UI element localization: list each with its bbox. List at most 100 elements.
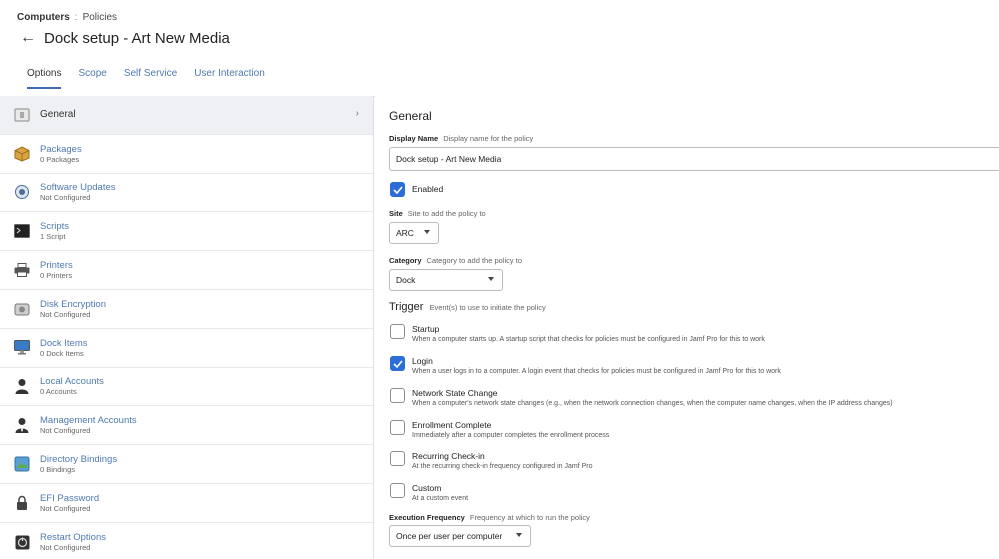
breadcrumb-computers[interactable]: Computers bbox=[17, 12, 70, 23]
display-name-label: Display Name Display name for the policy bbox=[389, 134, 533, 143]
trigger-recurring-row: Recurring Check-in At the recurring check… bbox=[390, 451, 593, 472]
trigger-enrollment-row: Enrollment Complete Immediately after a c… bbox=[390, 420, 609, 441]
trigger-custom-label: Custom bbox=[412, 483, 442, 493]
package-icon bbox=[13, 145, 31, 163]
trigger-recurring-label: Recurring Check-in bbox=[412, 451, 485, 461]
execution-frequency-select[interactable]: Once per user per computer bbox=[389, 525, 531, 547]
terminal-icon bbox=[13, 222, 31, 240]
trigger-enrollment-checkbox[interactable] bbox=[390, 420, 405, 435]
caret-down-icon bbox=[516, 533, 522, 537]
sidebar-item-status: Not Configured bbox=[40, 309, 91, 319]
sidebar-item-efi-password[interactable]: EFI Password Not Configured bbox=[0, 484, 373, 523]
sidebar-item-status: Not Configured bbox=[40, 426, 91, 436]
checkmark-icon bbox=[392, 185, 403, 194]
trigger-heading: Trigger Event(s) to use to initiate the p… bbox=[389, 301, 546, 313]
section-title: General bbox=[389, 109, 432, 123]
sidebar-item-printers[interactable]: Printers 0 Printers bbox=[0, 251, 373, 290]
sidebar-item-status: 0 Printers bbox=[40, 271, 73, 281]
monitor-icon bbox=[13, 339, 31, 357]
disk-encryption-icon bbox=[13, 300, 31, 318]
title-row: ← Dock setup - Art New Media bbox=[20, 29, 230, 47]
execution-frequency-desc: Frequency at which to run the policy bbox=[469, 513, 590, 522]
general-icon bbox=[13, 106, 31, 124]
trigger-recurring-checkbox[interactable] bbox=[390, 451, 405, 466]
trigger-custom-row: Custom At a custom event bbox=[390, 483, 468, 504]
enabled-checkbox[interactable] bbox=[390, 182, 405, 197]
site-label: Site Site to add the policy to bbox=[389, 209, 486, 218]
trigger-startup-row: Startup When a computer starts up. A star… bbox=[390, 324, 765, 345]
sidebar-item-disk-encryption[interactable]: Disk Encryption Not Configured bbox=[0, 290, 373, 329]
category-desc: Category to add the policy to bbox=[426, 256, 522, 265]
trigger-startup-desc: When a computer starts up. A startup scr… bbox=[412, 336, 765, 343]
tab-user-interaction[interactable]: User Interaction bbox=[194, 68, 265, 89]
sidebar-item-status: 1 Script bbox=[40, 232, 66, 242]
sidebar-item-scripts[interactable]: Scripts 1 Script bbox=[0, 212, 373, 252]
display-name-desc: Display name for the policy bbox=[443, 134, 534, 143]
sidebar-item-management-accounts[interactable]: Management Accounts Not Configured bbox=[0, 406, 373, 446]
sidebar-item-label: Packages bbox=[40, 143, 82, 155]
general-panel: General Display Name Display name for the… bbox=[375, 96, 999, 559]
sidebar-item-label: Directory Bindings bbox=[40, 454, 118, 466]
trigger-startup-checkbox[interactable] bbox=[390, 324, 405, 339]
sidebar-item-restart-options[interactable]: Restart Options Not Configured bbox=[0, 523, 373, 559]
checkmark-icon bbox=[392, 359, 403, 368]
trigger-startup-label: Startup bbox=[412, 324, 440, 334]
execution-frequency-label: Execution Frequency Frequency at which to… bbox=[389, 513, 590, 522]
sidebar-item-label: Management Accounts bbox=[40, 415, 137, 427]
display-name-input[interactable]: Dock setup - Art New Media bbox=[389, 147, 999, 171]
sidebar-item-software-updates[interactable]: Software Updates Not Configured bbox=[0, 174, 373, 213]
sidebar-item-label: EFI Password bbox=[40, 492, 100, 504]
trigger-custom-desc: At a custom event bbox=[412, 495, 469, 502]
trigger-login-desc: When a user logs in to a computer. A log… bbox=[412, 368, 781, 375]
display-name-label-text: Display Name bbox=[389, 134, 439, 143]
sidebar-item-status: Not Configured bbox=[40, 193, 91, 203]
trigger-login-checkbox[interactable] bbox=[390, 356, 405, 371]
sidebar-item-label: Dock Items bbox=[40, 337, 88, 349]
trigger-network-desc: When a computer's network state changes … bbox=[412, 400, 893, 407]
tab-scope[interactable]: Scope bbox=[78, 68, 106, 89]
site-select-value: ARC bbox=[396, 228, 414, 238]
site-label-text: Site bbox=[389, 209, 403, 218]
options-sidebar: General › Packages 0 Packages Software Up… bbox=[0, 96, 374, 559]
sidebar-item-status: 0 Bindings bbox=[40, 465, 76, 475]
sidebar-item-general[interactable]: General › bbox=[0, 96, 373, 135]
site-select[interactable]: ARC bbox=[389, 222, 439, 244]
chevron-right-icon: › bbox=[355, 108, 359, 119]
breadcrumb: Computers: Policies bbox=[17, 12, 117, 23]
directory-icon bbox=[13, 455, 31, 473]
trigger-enrollment-desc: Immediately after a computer completes t… bbox=[412, 432, 610, 439]
sidebar-item-dock-items[interactable]: Dock Items 0 Dock Items bbox=[0, 329, 373, 368]
caret-down-icon bbox=[488, 277, 494, 281]
category-select[interactable]: Dock bbox=[389, 269, 503, 291]
page-header: Computers: Policies ← Dock setup - Art Ne… bbox=[0, 0, 999, 97]
user-icon bbox=[13, 377, 31, 395]
trigger-enrollment-label: Enrollment Complete bbox=[412, 420, 492, 430]
enabled-label: Enabled bbox=[412, 184, 444, 194]
sidebar-item-directory-bindings[interactable]: Directory Bindings 0 Bindings bbox=[0, 445, 373, 484]
sidebar-item-local-accounts[interactable]: Local Accounts 0 Accounts bbox=[0, 368, 373, 407]
restart-icon bbox=[13, 533, 31, 551]
trigger-login-row: Login When a user logs in to a computer. … bbox=[390, 356, 781, 377]
trigger-custom-checkbox[interactable] bbox=[390, 483, 405, 498]
admin-user-icon bbox=[13, 416, 31, 434]
category-label-text: Category bbox=[389, 256, 422, 265]
category-label: Category Category to add the policy to bbox=[389, 256, 522, 265]
site-desc: Site to add the policy to bbox=[407, 209, 486, 218]
trigger-network-checkbox[interactable] bbox=[390, 388, 405, 403]
back-arrow-icon[interactable]: ← bbox=[20, 29, 40, 47]
trigger-network-label: Network State Change bbox=[412, 388, 498, 398]
sidebar-item-label: Disk Encryption bbox=[40, 298, 106, 310]
sidebar-item-status: 0 Accounts bbox=[40, 387, 77, 397]
sidebar-item-status: 0 Dock Items bbox=[40, 348, 84, 358]
breadcrumb-policies[interactable]: Policies bbox=[83, 12, 117, 23]
tab-options[interactable]: Options bbox=[27, 68, 62, 89]
sidebar-item-label: Software Updates bbox=[40, 182, 116, 194]
sidebar-item-label: Local Accounts bbox=[40, 376, 104, 388]
tab-self-service[interactable]: Self Service bbox=[124, 68, 177, 89]
sidebar-item-packages[interactable]: Packages 0 Packages bbox=[0, 135, 373, 174]
sidebar-item-status: Not Configured bbox=[40, 503, 91, 513]
sidebar-item-status: Not Configured bbox=[40, 543, 91, 553]
trigger-desc: Event(s) to use to initiate the policy bbox=[429, 303, 546, 312]
trigger-recurring-desc: At the recurring check-in frequency conf… bbox=[412, 463, 593, 470]
sidebar-item-label: Printers bbox=[40, 260, 73, 272]
